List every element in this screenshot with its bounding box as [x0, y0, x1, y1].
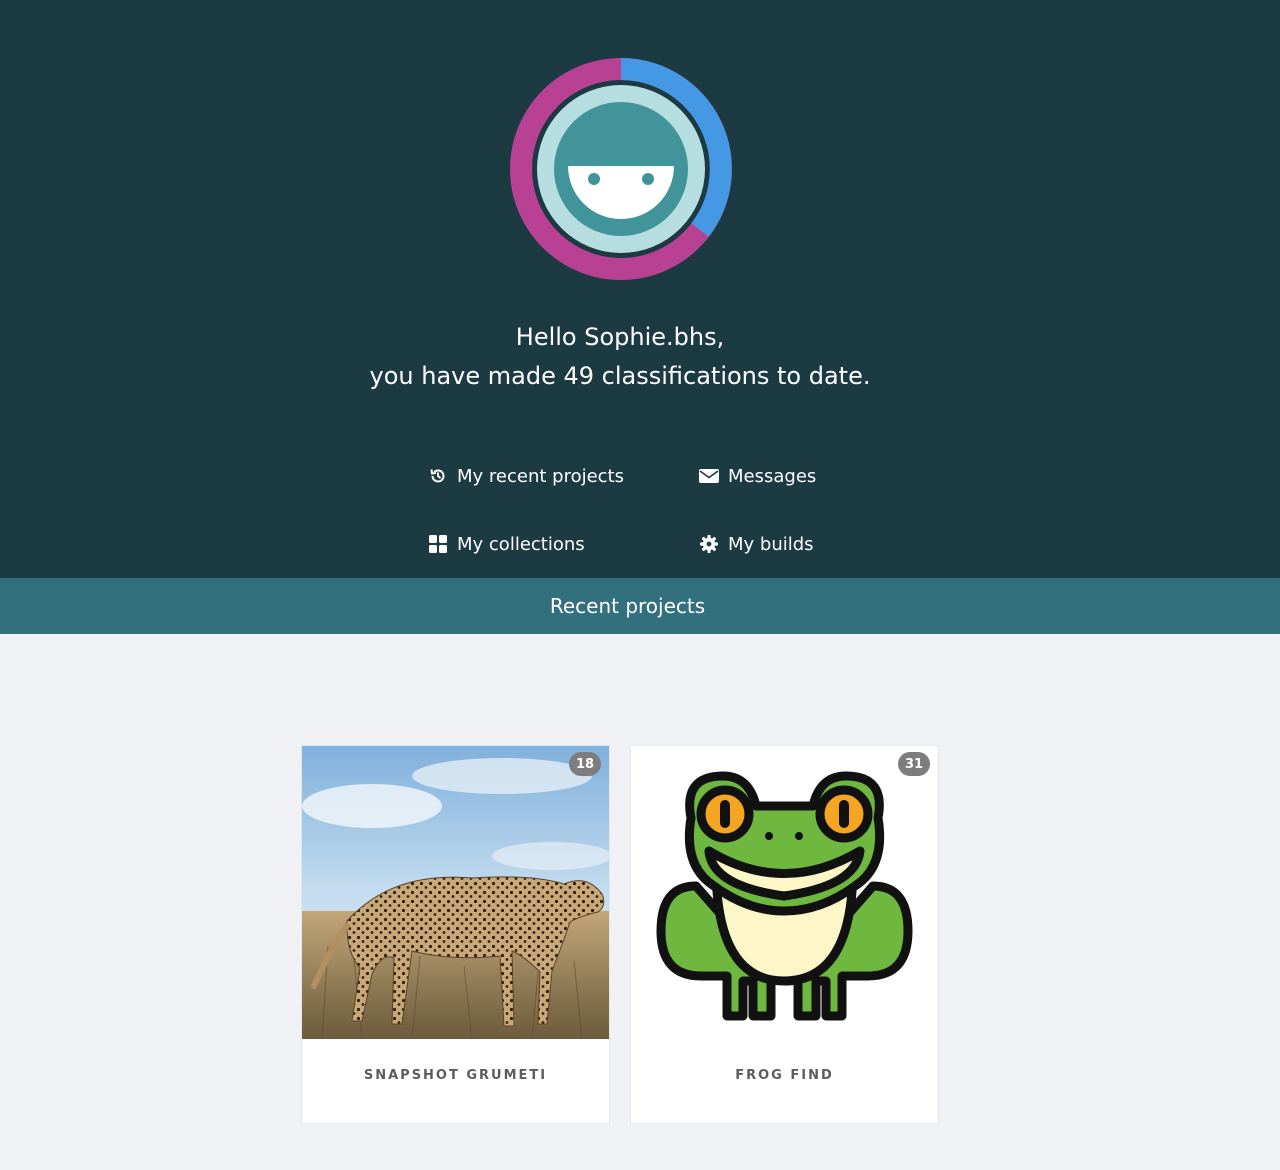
project-name: FROG FIND	[735, 1068, 834, 1083]
cheetah-photo	[302, 746, 609, 1039]
frog-illustration	[656, 771, 913, 1021]
profile-hero: Hello Sophie.bhs, you have made 49 class…	[0, 0, 1280, 578]
project-card-snapshot-grumeti[interactable]: 18 SNAPSHOT GRUMETI	[302, 746, 609, 1123]
project-thumbnail	[631, 746, 938, 1039]
project-thumbnail	[302, 746, 609, 1039]
my-builds-link[interactable]: My builds	[699, 532, 814, 556]
my-collections-label: My collections	[457, 533, 585, 555]
my-builds-label: My builds	[728, 533, 814, 555]
classification-count-badge: 18	[569, 752, 601, 776]
messages-link[interactable]: Messages	[699, 464, 816, 488]
avatar	[510, 58, 732, 280]
project-card-frog-find[interactable]: 31 FROG FIND	[631, 746, 938, 1123]
grid-icon	[428, 534, 448, 554]
my-collections-link[interactable]: My collections	[428, 532, 585, 556]
classification-count-text: you have made 49 classifications to date…	[369, 362, 871, 390]
classification-count-badge: 31	[898, 752, 930, 776]
project-name: SNAPSHOT GRUMETI	[363, 1068, 548, 1083]
my-recent-projects-label: My recent projects	[457, 465, 624, 487]
my-recent-projects-link[interactable]: My recent projects	[428, 464, 624, 488]
greeting: Hello Sophie.bhs, you have made 49 class…	[0, 318, 1240, 396]
recent-projects-header: Recent projects	[0, 578, 1280, 634]
messages-label: Messages	[728, 465, 817, 487]
gear-icon	[699, 534, 719, 554]
history-icon	[428, 466, 448, 486]
section-title: Recent projects	[549, 594, 706, 618]
envelope-icon	[699, 466, 719, 486]
greeting-name: Hello Sophie.bhs,	[515, 323, 725, 351]
